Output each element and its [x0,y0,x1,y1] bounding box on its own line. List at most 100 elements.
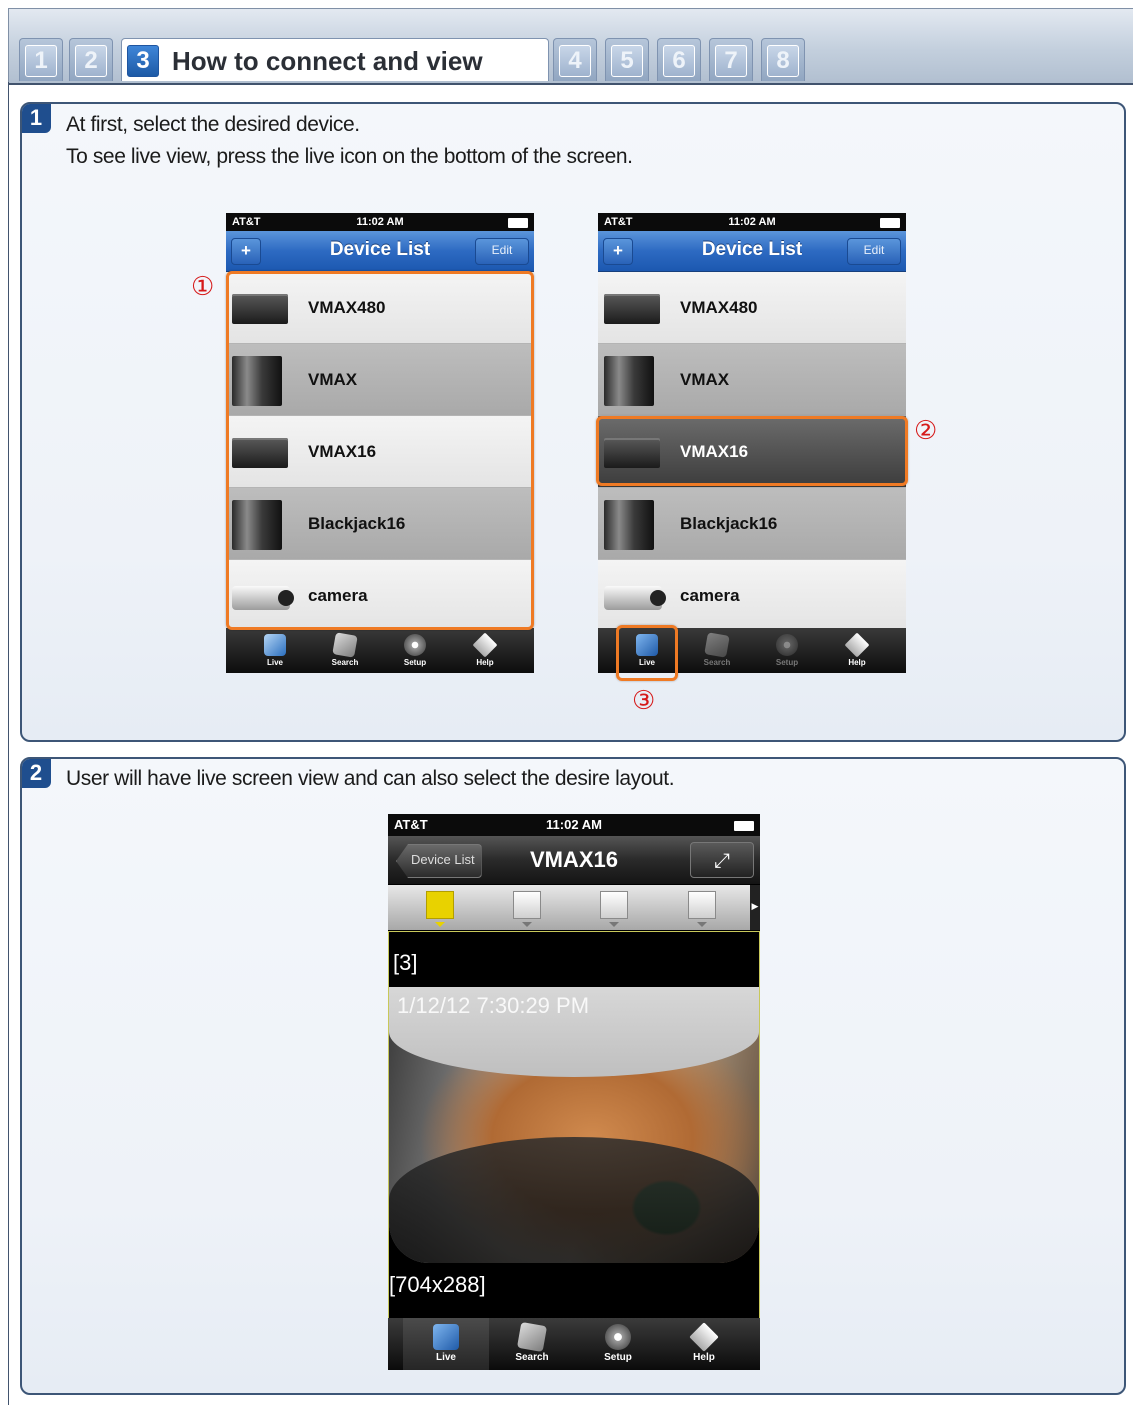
clock: 11:02 AM [728,216,776,228]
nav-bar: + Device List Edit [226,231,534,272]
tab-search[interactable]: Search [489,1318,575,1370]
battery-icon [508,218,528,228]
callout-marker-3: ③ [632,686,656,716]
camera-feed: 1/12/12 7:30:29 PM [389,987,759,1263]
camera-icon [604,586,666,610]
tab-search[interactable]: Search [682,628,752,673]
tower-icon [604,356,654,406]
tab-setup[interactable]: Setup [575,1318,661,1370]
device-row[interactable]: Blackjack16 [598,488,906,560]
edit-button[interactable]: Edit [475,238,529,265]
tab-label: Setup [604,1352,632,1363]
tab-label: Setup [775,658,799,667]
status-bar: AT&T 11:02 AM [226,213,534,231]
tab-label: Live [435,1352,456,1363]
step-badge: 1 [22,104,51,133]
layout-1-split[interactable] [426,891,454,927]
nav-bar: + Device List Edit [598,231,906,272]
step-tab-8[interactable]: 8 [761,38,805,81]
tab-label: Help [476,658,494,667]
channel-label: [3] [393,950,418,975]
status-bar: AT&T 11:02 AM [388,814,760,836]
tab-label: Help [693,1352,715,1363]
step-tab-number: 1 [25,45,57,77]
search-icon [516,1321,548,1353]
nav-bar: Device List VMAX16 ⤢ [388,836,760,885]
device-name: camera [680,586,740,605]
callout-selected-device [596,416,908,486]
tab-label: Setup [403,658,427,667]
tab-label: Search [331,658,359,667]
device-name: VMAX480 [680,298,758,317]
bottom-tab-bar: Live Search Setup Help [226,628,534,673]
layout-selector: ▶ [388,885,760,930]
resolution-label: [704x288] [389,1272,486,1297]
instruction-line: User will have live screen view and can … [66,767,675,790]
tower-icon [604,500,654,550]
tab-label: Live [266,658,283,667]
instruction-line: At first, select the desired device. [66,113,360,136]
device-row[interactable]: VMAX [598,344,906,416]
tab-help[interactable]: Help [450,628,520,673]
expand-icon[interactable]: ⤢ [690,842,754,878]
callout-marker-2: ② [914,416,938,446]
step-1-panel: 1 At first, select the desired device. T… [20,102,1126,742]
bottom-tab-bar: Live Search Setup Help [388,1318,760,1370]
step-tab-1[interactable]: 1 [19,38,63,81]
live-icon [264,634,286,656]
layout-16-split[interactable] [688,891,716,927]
tab-search[interactable]: Search [310,628,380,673]
step-tab-5[interactable]: 5 [605,38,649,81]
tab-setup[interactable]: Setup [752,628,822,673]
live-icon [433,1324,459,1350]
step-tab-7[interactable]: 7 [709,38,753,81]
tab-label: Help [848,658,866,667]
tab-setup[interactable]: Setup [380,628,450,673]
step-tab-title: How to connect and view [172,46,483,76]
device-name: VMAX [680,370,730,389]
gear-icon [605,1324,631,1350]
search-icon [704,632,730,658]
step-tab-number: 5 [611,45,643,77]
step-tab-number: 3 [127,45,159,77]
timestamp-overlay: 1/12/12 7:30:29 PM [397,993,590,1018]
step-tab-number: 6 [663,45,695,77]
step-tab-number: 7 [715,45,747,77]
search-icon [332,632,358,658]
device-row[interactable]: VMAX480 [598,272,906,344]
tab-help[interactable]: Help [661,1318,747,1370]
status-bar: AT&T 11:02 AM [598,213,906,231]
step-tab-6[interactable]: 6 [657,38,701,81]
step-tab-number: 4 [559,45,591,77]
device-name: Blackjack16 [680,514,778,533]
help-icon [689,1322,719,1352]
step-tab-4[interactable]: 4 [553,38,597,81]
tab-live[interactable]: Live [403,1318,489,1370]
video-viewport[interactable]: [3] 1/12/12 7:30:29 PM [704x288] [388,931,760,1319]
tab-live[interactable]: Live [240,628,310,673]
live-view-screenshot: AT&T 11:02 AM Device List VMAX16 ⤢ ▶ [3]… [388,814,760,1370]
callout-device-list [226,271,534,630]
callout-live-tab [616,625,678,681]
chevron-right-icon[interactable]: ▶ [750,885,760,930]
help-icon [472,632,498,658]
dvr-icon [604,294,660,324]
edit-button[interactable]: Edit [847,238,901,265]
step-tab-number: 8 [767,45,799,77]
step-tab-3[interactable]: 3 How to connect and view [121,38,549,81]
tab-help[interactable]: Help [822,628,892,673]
step-tab-bar: 1 2 3 How to connect and view 4 5 6 7 8 [8,8,1133,85]
step-badge: 2 [22,759,51,788]
step-tab-number: 2 [75,45,107,77]
battery-icon [880,218,900,228]
device-row[interactable]: camera [598,560,906,632]
gear-icon [404,634,426,656]
clock: 11:02 AM [356,216,404,228]
layout-4-split[interactable] [513,891,541,927]
help-icon [844,632,870,658]
instruction-line: To see live view, press the live icon on… [66,145,633,168]
layout-9-split[interactable] [600,891,628,927]
tab-label: Search [515,1352,549,1363]
frame-divider [8,82,9,1405]
step-tab-2[interactable]: 2 [69,38,113,81]
